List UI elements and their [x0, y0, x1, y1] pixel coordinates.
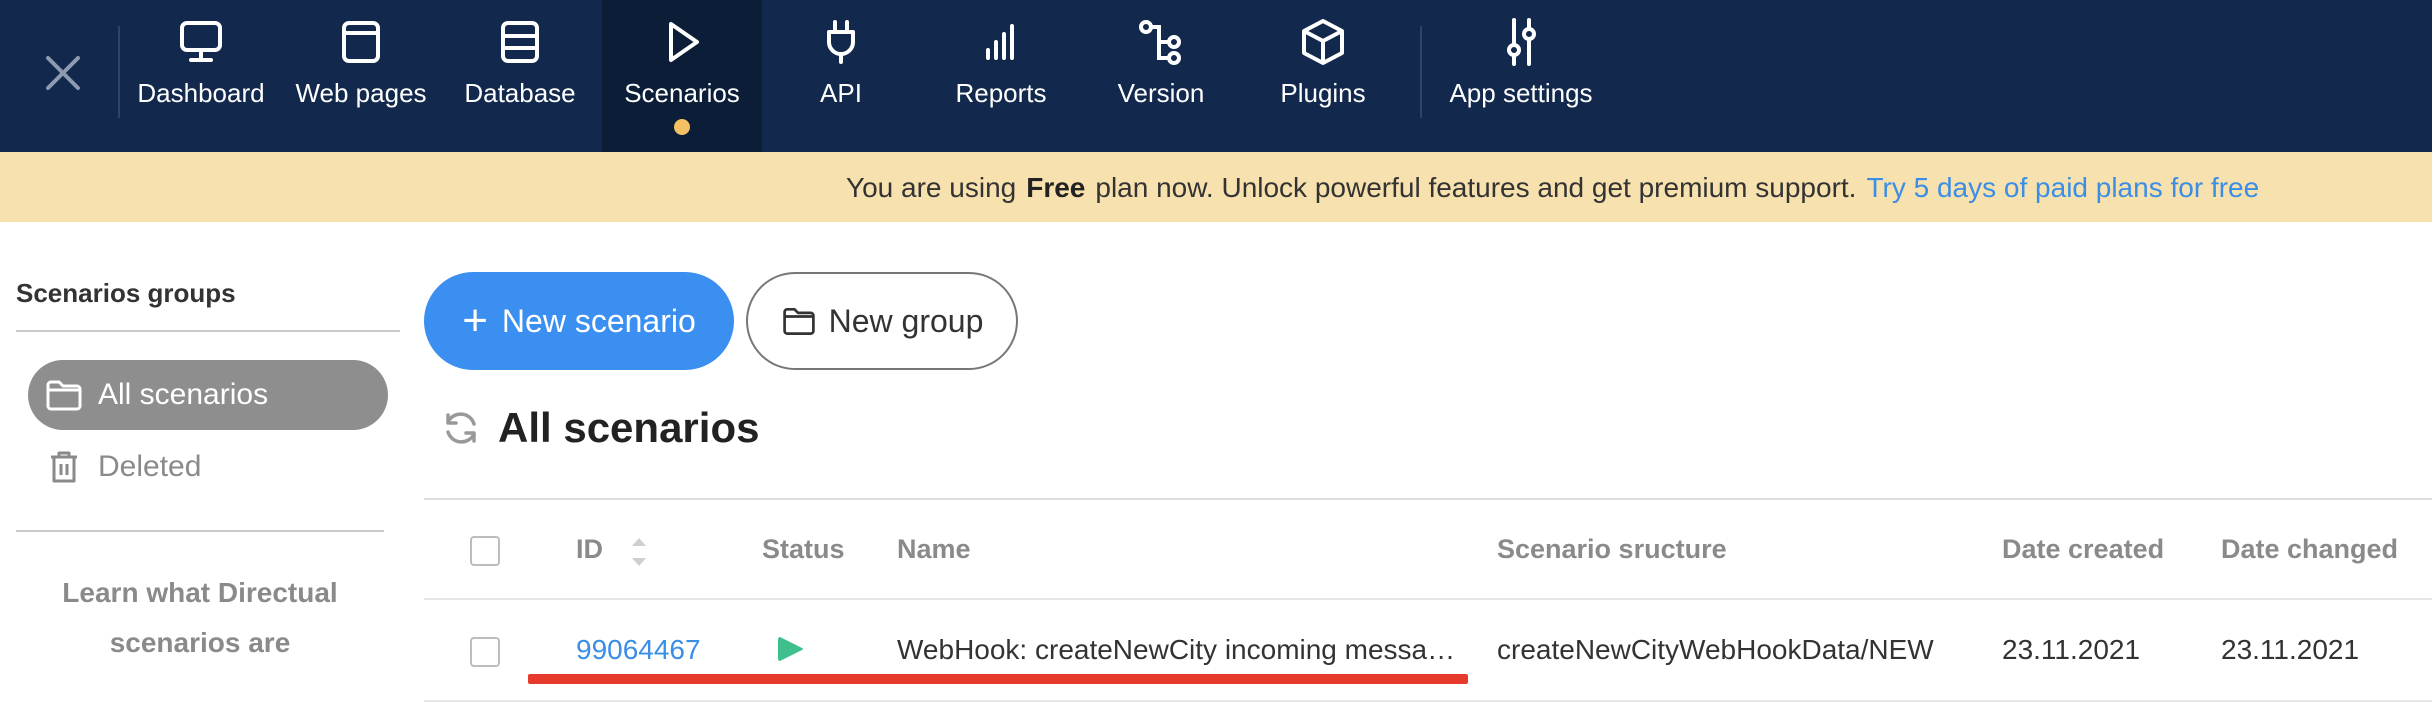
nav-label: Web pages — [295, 78, 427, 108]
plus-icon: + — [462, 296, 488, 345]
column-header-status[interactable]: Status — [762, 534, 845, 565]
nav-label: Dashboard — [137, 78, 265, 108]
nav-label: Plugins — [1280, 78, 1366, 108]
column-header-structure[interactable]: Scenario sructure — [1497, 534, 1727, 565]
trial-link[interactable]: Try 5 days of paid plans for free — [1866, 172, 2259, 203]
sort-icon[interactable] — [628, 530, 650, 574]
bar-chart-icon — [973, 14, 1029, 70]
git-branch-icon — [1133, 14, 1189, 70]
nav-divider — [1420, 26, 1422, 118]
nav-label: Scenarios — [624, 78, 740, 108]
folder-icon — [44, 375, 84, 415]
trash-icon — [44, 447, 84, 487]
play-icon — [654, 14, 710, 70]
sidebar-item-deleted[interactable]: Deleted — [28, 432, 388, 502]
new-scenario-label: New scenario — [501, 302, 696, 339]
nav-item-version[interactable]: Version — [1110, 0, 1212, 152]
close-icon[interactable] — [30, 40, 96, 106]
scenario-structure: createNewCityWebHookData/NEW — [1497, 634, 1934, 665]
folder-icon — [781, 303, 817, 339]
scenario-name[interactable]: WebHook: createNewCity incoming messa… — [897, 634, 1455, 666]
table-border — [424, 498, 2432, 500]
nav-label: App settings — [1449, 78, 1593, 108]
refresh-icon[interactable] — [440, 407, 482, 449]
nav-label: Version — [1117, 78, 1205, 108]
date-created: 23.11.2021 — [2002, 634, 2141, 665]
sliders-icon — [1493, 14, 1549, 70]
nav-item-scenarios[interactable]: Scenarios — [602, 0, 762, 152]
new-scenario-button[interactable]: + New scenario — [424, 272, 734, 370]
nav-item-reports[interactable]: Reports — [944, 0, 1058, 152]
select-all-checkbox[interactable] — [470, 536, 500, 566]
banner-text: You are using Free plan now. Unlock powerf… — [846, 172, 2259, 204]
row-checkbox[interactable] — [470, 637, 500, 667]
column-header-name[interactable]: Name — [897, 534, 971, 565]
column-header-date-changed[interactable]: Date changed — [2221, 534, 2398, 565]
nav-label: Reports — [955, 78, 1047, 108]
nav-item-dashboard[interactable]: Dashboard — [132, 0, 270, 152]
sidebar-divider — [16, 330, 400, 332]
red-annotation-underline — [528, 674, 1468, 684]
learn-line-2: scenarios are — [109, 627, 291, 658]
monitor-icon — [173, 14, 229, 70]
page-title: All scenarios — [498, 404, 760, 451]
new-group-label: New group — [828, 302, 984, 339]
nav-item-api[interactable]: API — [790, 0, 892, 152]
date-changed: 23.11.2021 — [2221, 634, 2360, 665]
banner-plan: Free — [1026, 172, 1086, 203]
browser-window-icon — [333, 14, 389, 70]
learn-line-1: Learn what Directual — [62, 577, 338, 608]
new-group-button[interactable]: New group — [746, 272, 1018, 370]
sidebar-item-label: Deleted — [98, 450, 202, 483]
nav-divider — [118, 26, 120, 118]
learn-scenarios-link[interactable]: Learn what Directual scenarios are — [16, 568, 384, 668]
cube-icon — [1295, 14, 1351, 70]
upgrade-banner: You are using Free plan now. Unlock powerf… — [0, 152, 2432, 222]
sidebar-item-label: All scenarios — [98, 378, 269, 411]
banner-prefix: You are using — [846, 172, 1017, 203]
column-header-date-created[interactable]: Date created — [2002, 534, 2164, 565]
sidebar-item-all-scenarios[interactable]: All scenarios — [28, 360, 388, 430]
section-heading: All scenarios — [440, 404, 759, 452]
database-icon — [492, 14, 548, 70]
table-divider — [424, 598, 2432, 600]
table-border — [424, 700, 2432, 702]
nav-label: Database — [464, 78, 576, 108]
active-indicator-dot — [674, 119, 690, 135]
nav-label: API — [820, 78, 862, 108]
plug-icon — [813, 14, 869, 70]
banner-suffix: plan now. Unlock powerful features and g… — [1095, 172, 1857, 203]
status-running-icon — [774, 633, 806, 665]
sidebar-divider — [16, 530, 384, 532]
top-navigation: Dashboard Web pages Database Scenarios A… — [0, 0, 2432, 152]
column-header-id[interactable]: ID — [576, 534, 603, 565]
sidebar-title: Scenarios groups — [16, 278, 236, 308]
nav-item-plugins[interactable]: Plugins — [1272, 0, 1374, 152]
nav-item-app-settings[interactable]: App settings — [1448, 0, 1594, 152]
nav-item-database[interactable]: Database — [458, 0, 582, 152]
scenario-id-link[interactable]: 99064467 — [576, 634, 701, 666]
nav-item-web-pages[interactable]: Web pages — [290, 0, 432, 152]
